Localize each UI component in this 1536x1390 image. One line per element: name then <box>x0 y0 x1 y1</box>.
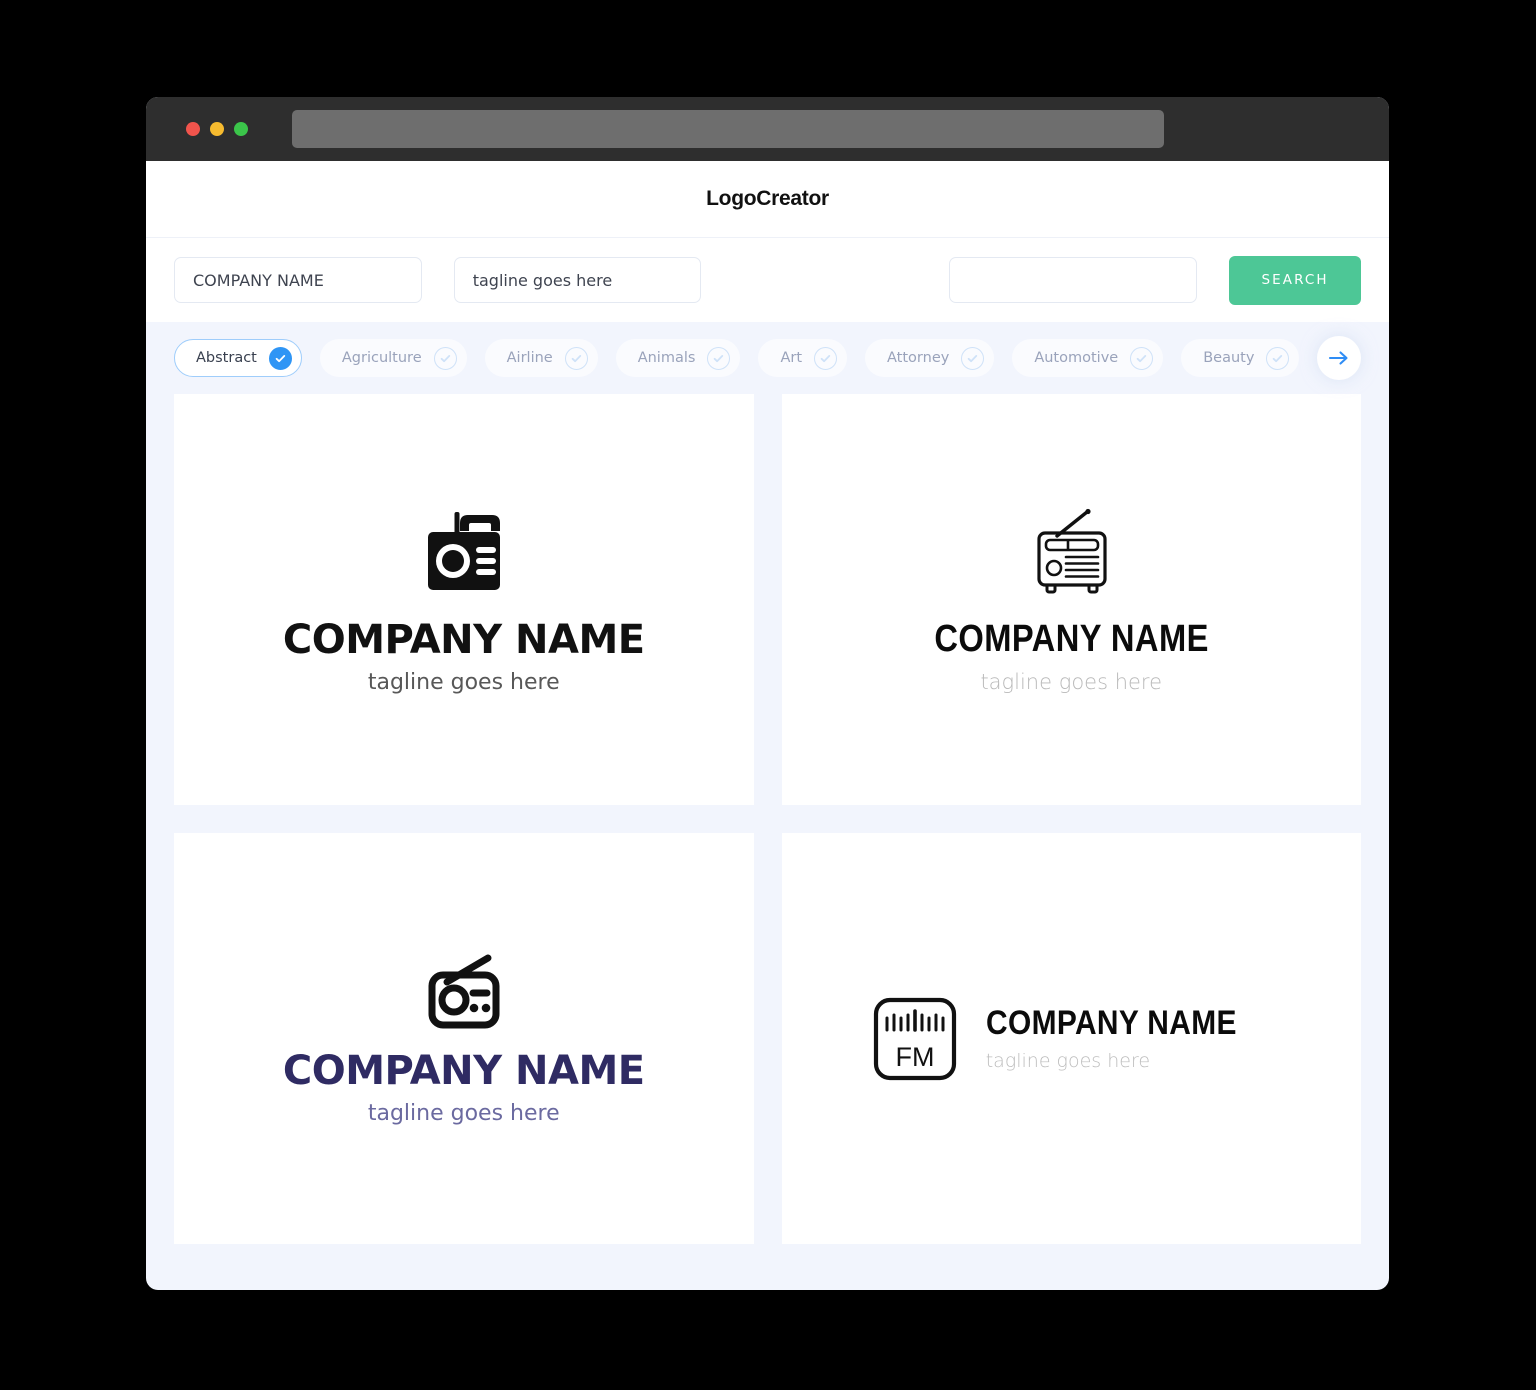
logo-card[interactable]: COMPANY NAME tagline goes here <box>174 833 754 1244</box>
chip-abstract[interactable]: Abstract <box>174 339 302 377</box>
checkmark-circle-icon <box>268 346 292 370</box>
logo-company-name: COMPANY NAME <box>282 616 645 663</box>
chip-airline[interactable]: Airline <box>484 339 598 377</box>
chip-label: Animals <box>637 350 696 366</box>
checkmark-circle-icon <box>1130 346 1154 370</box>
search-toolbar: COMPANY NAME tagline goes here SEARCH <box>146 237 1389 322</box>
checkmark-circle-icon <box>433 346 457 370</box>
chip-label: Automotive <box>1034 350 1119 366</box>
tagline-input[interactable]: tagline goes here <box>453 257 702 303</box>
chip-label: Attorney <box>887 350 950 366</box>
checkmark-circle-icon <box>564 346 588 370</box>
chip-attorney[interactable]: Attorney <box>865 339 995 377</box>
logo-tagline: tagline goes here <box>367 669 560 695</box>
chip-art[interactable]: Art <box>758 339 848 377</box>
url-bar[interactable] <box>292 110 1164 148</box>
logo-company-name: COMPANY NAME <box>933 618 1209 660</box>
fm-label: FM <box>895 1042 934 1072</box>
arrow-right-icon <box>1328 351 1348 365</box>
app-logo-text: LogoCreator <box>706 187 829 210</box>
close-window-button[interactable] <box>186 122 200 136</box>
chip-agriculture[interactable]: Agriculture <box>319 339 467 377</box>
chip-label: Agriculture <box>341 350 422 366</box>
logo-results-grid: COMPANY NAME tagline goes here COMPANY N… <box>146 394 1389 1274</box>
radio-solid-icon <box>427 511 500 590</box>
chip-label: Abstract <box>196 350 257 366</box>
keyword-input[interactable] <box>949 257 1198 303</box>
logo-card[interactable]: COMPANY NAME tagline goes here <box>781 394 1361 805</box>
chip-beauty[interactable]: Beauty <box>1181 339 1300 377</box>
chip-label: Art <box>780 350 803 366</box>
window-controls <box>186 122 248 136</box>
checkmark-circle-icon <box>1266 346 1290 370</box>
maximize-window-button[interactable] <box>234 122 248 136</box>
next-categories-button[interactable] <box>1317 336 1361 380</box>
app-header: LogoCreator <box>146 161 1389 237</box>
chip-animals[interactable]: Animals <box>615 339 741 377</box>
checkmark-circle-icon <box>707 346 731 370</box>
logo-company-name: COMPANY NAME <box>282 1047 645 1094</box>
category-filter-bar: Abstract Agriculture Airline Animals Art <box>146 322 1389 394</box>
minimize-window-button[interactable] <box>210 122 224 136</box>
logo-tagline: tagline goes here <box>985 1050 1151 1072</box>
search-button[interactable]: SEARCH <box>1229 255 1361 305</box>
logo-tagline: tagline goes here <box>367 1100 560 1126</box>
logo-card[interactable]: COMPANY NAME tagline goes here <box>174 394 754 805</box>
checkmark-circle-icon <box>961 346 985 370</box>
vintage-radio-outline-icon <box>1037 508 1107 594</box>
browser-titlebar <box>146 97 1389 161</box>
browser-window: LogoCreator COMPANY NAME tagline goes he… <box>146 97 1389 1290</box>
logo-card[interactable]: FM COMPANY NAME tagline goes here <box>781 833 1361 1244</box>
company-name-input[interactable]: COMPANY NAME <box>174 257 422 303</box>
logo-company-name: COMPANY NAME <box>985 1004 1237 1042</box>
fm-tuner-icon: FM <box>873 997 956 1080</box>
checkmark-circle-icon <box>814 346 838 370</box>
chip-automotive[interactable]: Automotive <box>1012 339 1164 377</box>
chip-label: Beauty <box>1203 350 1255 366</box>
chip-label: Airline <box>506 350 553 366</box>
logo-tagline: tagline goes here <box>980 670 1163 694</box>
radio-outline-antenna-icon <box>428 954 500 1028</box>
